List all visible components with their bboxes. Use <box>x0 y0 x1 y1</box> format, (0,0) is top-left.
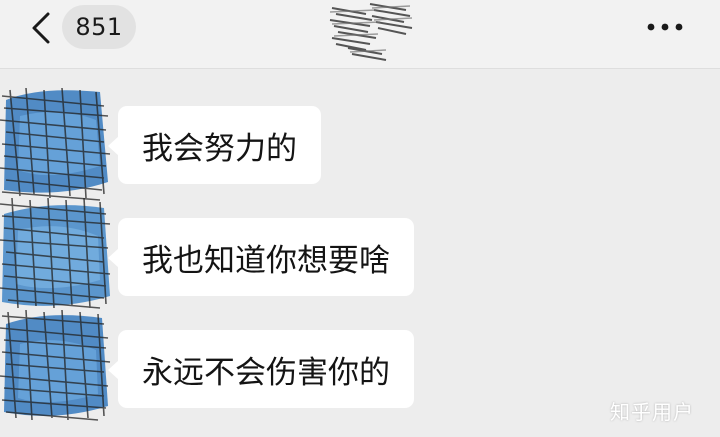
obscured-avatar[interactable] <box>0 308 112 426</box>
watermark: 知乎用户 <box>610 400 694 424</box>
obscured-avatar[interactable] <box>0 196 112 314</box>
more-options-button[interactable] <box>640 10 690 44</box>
message-row: 我会努力的 <box>0 86 720 204</box>
more-horizontal-icon <box>647 23 683 31</box>
message-bubble: 我也知道你想要啥 <box>108 218 414 296</box>
chevron-left-icon <box>32 12 50 44</box>
back-button[interactable] <box>26 10 56 46</box>
obscured-chat-title <box>329 3 413 61</box>
message-text: 永远不会伤害你的 <box>142 354 390 391</box>
chat-header: 851 <box>0 0 720 69</box>
unread-count-badge[interactable]: 851 <box>62 5 136 49</box>
message-text: 我会努力的 <box>142 130 297 167</box>
message-text: 我也知道你想要啥 <box>142 242 390 279</box>
message-bubble: 我会努力的 <box>108 106 321 184</box>
message-row: 我也知道你想要啥 <box>0 196 720 314</box>
message-bubble: 永远不会伤害你的 <box>108 330 414 408</box>
obscured-avatar[interactable] <box>0 86 112 204</box>
